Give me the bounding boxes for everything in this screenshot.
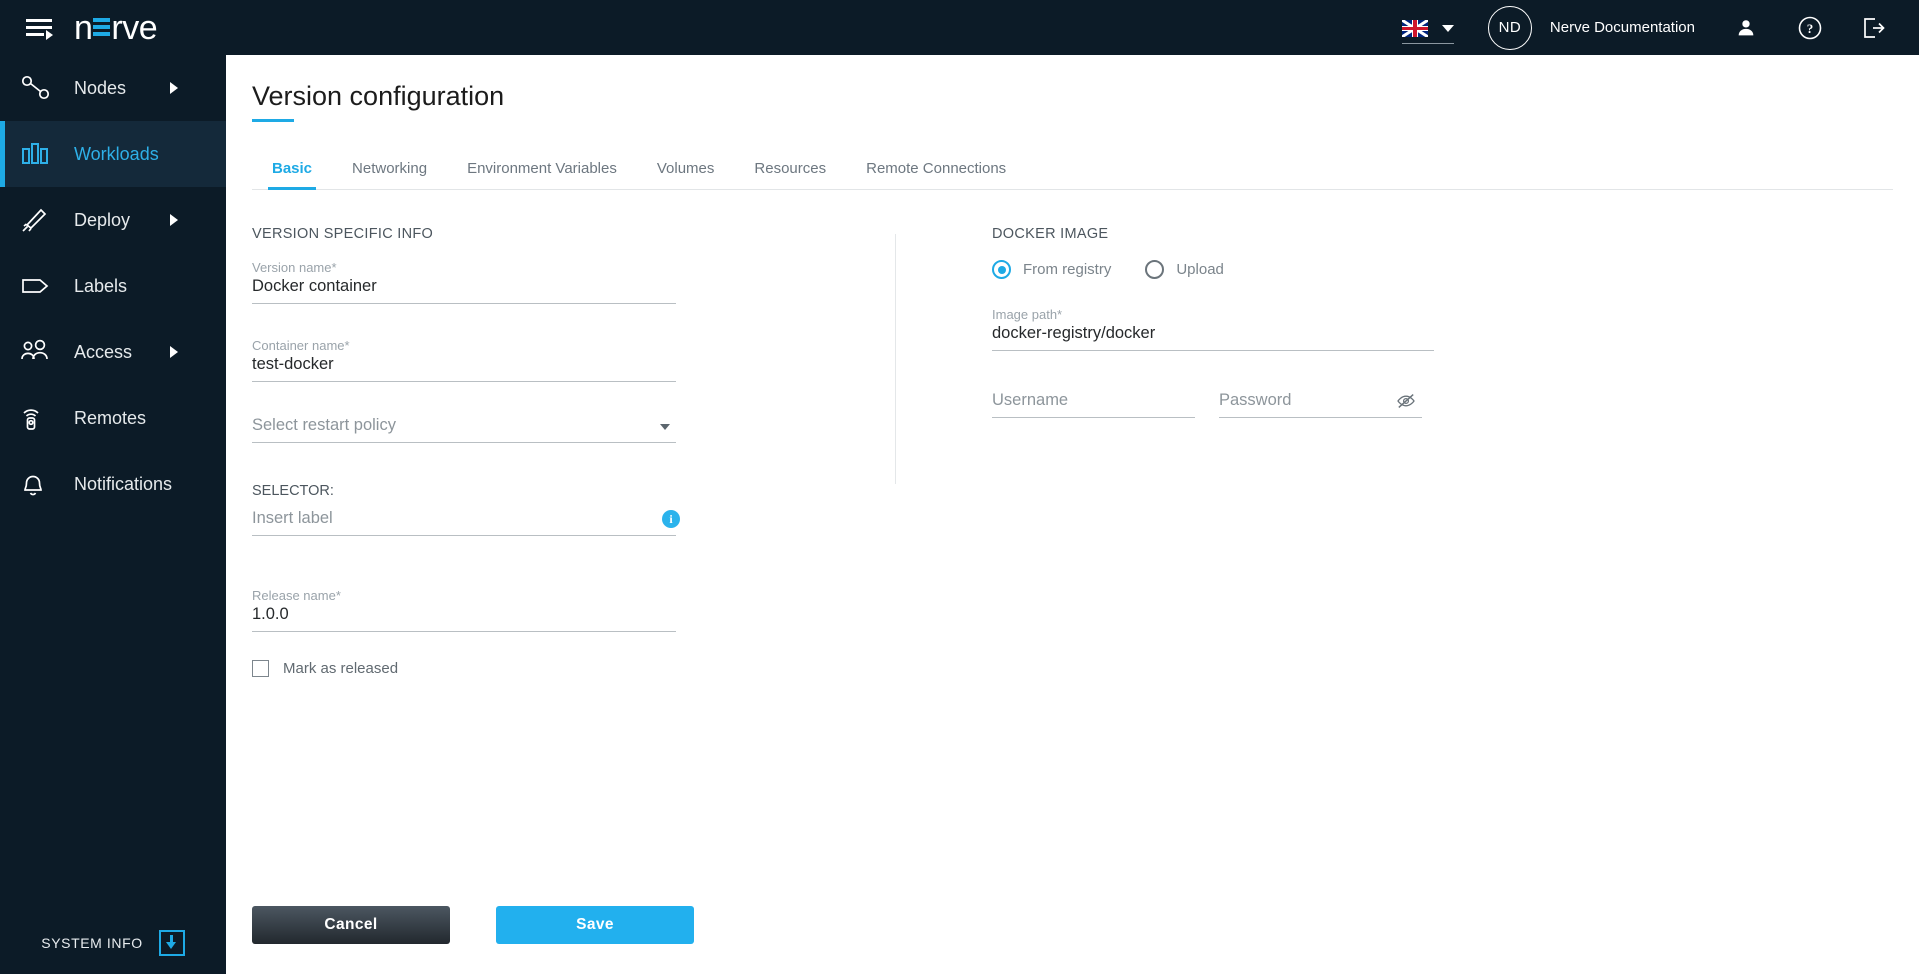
bell-icon <box>20 466 64 502</box>
mark-as-released-label: Mark as released <box>283 660 398 677</box>
sidebar-item-label: Labels <box>74 276 127 297</box>
tab-remote-connections[interactable]: Remote Connections <box>846 160 1026 189</box>
credentials-row: Username Password <box>992 391 1422 418</box>
image-path-label: Image path* <box>992 307 1434 322</box>
top-header-bar: n rve ND Nerve Documentation ? <box>0 0 1919 55</box>
sidebar-item-access[interactable]: Access <box>0 319 226 385</box>
tab-basic[interactable]: Basic <box>252 160 332 189</box>
workloads-icon <box>20 136 64 172</box>
upload-label: Upload <box>1176 261 1224 278</box>
nerve-logo: n rve <box>74 8 157 48</box>
user-name-label: Nerve Documentation <box>1550 19 1695 36</box>
sidebar-item-labels[interactable]: Labels <box>0 253 226 319</box>
tab-environment-variables[interactable]: Environment Variables <box>447 160 637 189</box>
tag-icon <box>20 268 64 304</box>
logo-suffix-text: rve <box>111 11 157 45</box>
column-divider <box>895 234 896 484</box>
upload-radio[interactable] <box>1145 260 1164 279</box>
sidebar-item-deploy[interactable]: Deploy <box>0 187 226 253</box>
action-button-bar: Cancel Save <box>252 906 694 944</box>
uk-flag-icon <box>1402 20 1428 37</box>
restart-policy-field[interactable]: Select restart policy <box>252 416 676 443</box>
password-field[interactable]: Password <box>1219 391 1422 418</box>
person-icon[interactable] <box>1733 15 1759 41</box>
download-box-icon <box>159 930 185 956</box>
chevron-down-icon <box>660 424 670 430</box>
version-name-field[interactable]: Version name* Docker container <box>252 260 676 304</box>
from-registry-label: From registry <box>1023 261 1111 278</box>
sidebar-item-nodes[interactable]: Nodes <box>0 55 226 121</box>
tab-networking[interactable]: Networking <box>332 160 447 189</box>
chevron-down-icon <box>1442 25 1454 32</box>
sidebar-item-notifications[interactable]: Notifications <box>0 451 226 517</box>
from-registry-radio[interactable] <box>992 260 1011 279</box>
release-name-input[interactable]: 1.0.0 <box>252 605 676 632</box>
sidebar-item-label: Workloads <box>74 144 159 165</box>
release-name-label: Release name* <box>252 588 676 603</box>
nodes-icon <box>20 70 64 106</box>
system-info-label: SYSTEM INFO <box>41 935 143 951</box>
question-mark-icon[interactable]: ? <box>1797 15 1823 41</box>
sidebar-item-workloads[interactable]: Workloads <box>0 121 226 187</box>
password-input[interactable]: Password <box>1219 391 1422 418</box>
image-source-radio-group: From registry Upload <box>992 260 1422 279</box>
tab-volumes[interactable]: Volumes <box>637 160 735 189</box>
save-button[interactable]: Save <box>496 906 694 944</box>
logo-e-bars-icon <box>93 18 110 36</box>
page-title: Version configuration <box>252 81 504 122</box>
info-icon[interactable]: i <box>662 510 680 528</box>
image-path-input[interactable]: docker-registry/docker <box>992 324 1434 351</box>
username-input[interactable]: Username <box>992 391 1195 418</box>
version-name-label: Version name* <box>252 260 676 275</box>
sidebar-item-remotes[interactable]: Remotes <box>0 385 226 451</box>
container-name-field[interactable]: Container name* test-docker <box>252 338 676 382</box>
remote-control-icon <box>20 400 64 436</box>
logout-icon[interactable] <box>1861 15 1887 41</box>
image-path-field[interactable]: Image path* docker-registry/docker <box>992 307 1434 351</box>
container-name-label: Container name* <box>252 338 676 353</box>
mark-as-released-checkbox[interactable] <box>252 660 269 677</box>
docker-image-section: DOCKER IMAGE From registry Upload Image … <box>992 226 1422 677</box>
avatar-initials: ND <box>1499 19 1522 36</box>
sidebar-item-label: Deploy <box>74 210 130 231</box>
version-specific-info-section: VERSION SPECIFIC INFO Version name* Dock… <box>252 226 869 677</box>
tab-bar: Basic Networking Environment Variables V… <box>252 150 1893 190</box>
sidebar-item-label: Nodes <box>74 78 126 99</box>
sidebar-item-label: Remotes <box>74 408 146 429</box>
container-name-input[interactable]: test-docker <box>252 355 676 382</box>
release-name-field[interactable]: Release name* 1.0.0 <box>252 588 676 632</box>
docker-image-section-title: DOCKER IMAGE <box>992 226 1422 242</box>
avatar[interactable]: ND <box>1488 6 1532 50</box>
form-area: VERSION SPECIFIC INFO Version name* Dock… <box>252 226 1893 677</box>
system-info-button[interactable]: SYSTEM INFO <box>0 912 226 974</box>
version-info-section-title: VERSION SPECIFIC INFO <box>252 226 869 242</box>
selector-label-field[interactable]: Insert label i <box>252 509 676 536</box>
hamburger-menu-icon[interactable] <box>24 15 58 41</box>
username-field[interactable]: Username <box>992 391 1195 418</box>
version-name-input[interactable]: Docker container <box>252 277 676 304</box>
chevron-right-icon <box>170 82 178 94</box>
selector-section-label: SELECTOR: <box>252 483 869 499</box>
rocket-icon <box>20 202 64 238</box>
insert-label-input[interactable]: Insert label <box>252 509 676 536</box>
tab-resources[interactable]: Resources <box>734 160 846 189</box>
sidebar-item-label: Access <box>74 342 132 363</box>
language-selector[interactable] <box>1402 20 1454 44</box>
chevron-right-icon <box>170 214 178 226</box>
sidebar-navigation: Nodes Workloads Deploy Labels <box>0 55 226 974</box>
main-content: Version configuration Basic Networking E… <box>226 55 1919 974</box>
restart-policy-select[interactable]: Select restart policy <box>252 416 676 443</box>
users-icon <box>20 334 64 370</box>
chevron-right-icon <box>170 346 178 358</box>
mark-as-released-checkbox-row[interactable]: Mark as released <box>252 660 869 677</box>
logo-prefix-text: n <box>74 11 92 45</box>
eye-off-icon[interactable] <box>1396 393 1416 409</box>
sidebar-item-label: Notifications <box>74 474 172 495</box>
svg-text:?: ? <box>1807 21 1814 36</box>
cancel-button[interactable]: Cancel <box>252 906 450 944</box>
